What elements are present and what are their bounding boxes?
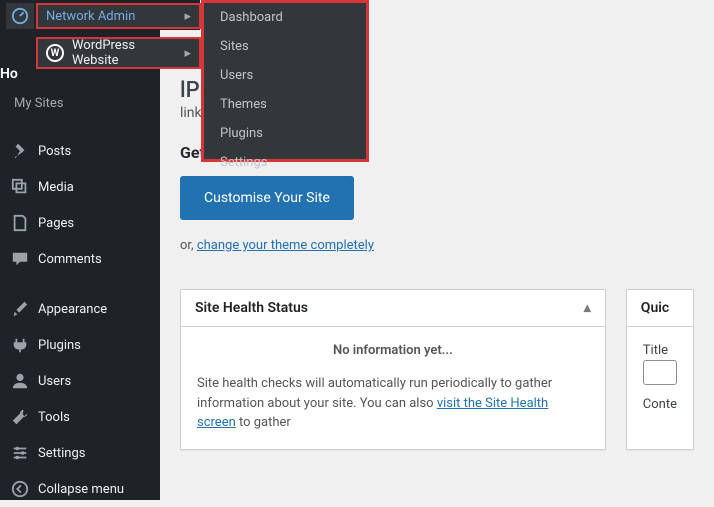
sidebar-item-label: Settings — [38, 446, 85, 461]
network-admin-submenu: Dashboard Sites Users Themes Plugins Set… — [201, 0, 369, 162]
comment-icon — [10, 249, 30, 269]
plug-icon — [10, 335, 30, 355]
or-text: or, change your theme completely — [180, 238, 694, 253]
sidebar-item-users[interactable]: Users — [0, 363, 160, 399]
sliders-icon — [10, 443, 30, 463]
sidebar-item-appearance[interactable]: Appearance — [0, 291, 160, 327]
submenu-plugins[interactable]: Plugins — [204, 119, 366, 148]
title-label: Title — [643, 343, 677, 358]
submenu-settings[interactable]: Settings — [204, 148, 366, 177]
sidebar-my-sites[interactable]: My Sites — [0, 90, 160, 119]
wordpress-site-label: WordPress Website — [72, 38, 185, 68]
panel-title: Site Health Status — [195, 300, 308, 316]
brush-icon — [10, 299, 30, 319]
user-icon — [10, 371, 30, 391]
network-admin-label: Network Admin — [46, 9, 135, 24]
sidebar-item-label: Pages — [38, 216, 74, 231]
quick-draft-panel: Quic Title Conte — [626, 289, 694, 450]
pin-icon — [10, 141, 30, 161]
sidebar-item-plugins[interactable]: Plugins — [0, 327, 160, 363]
sidebar-item-label: Media — [38, 180, 74, 195]
dashboard-icon[interactable] — [6, 3, 34, 29]
site-health-panel: Site Health Status ▴ No information yet.… — [180, 289, 606, 450]
change-theme-link[interactable]: change your theme completely — [197, 238, 374, 253]
sidebar-item-label: Tools — [38, 410, 70, 425]
sidebar-collapse[interactable]: Collapse menu — [0, 471, 160, 507]
panel-title: Quic — [641, 300, 669, 316]
sidebar-item-label: Posts — [38, 144, 71, 159]
content-label: Conte — [643, 397, 677, 412]
health-description: Site health checks will automatically ru… — [197, 374, 589, 433]
chevron-right-icon: ▸ — [184, 46, 191, 61]
collapse-icon — [10, 479, 30, 499]
sidebar-item-label: Plugins — [38, 338, 81, 353]
wordpress-site-menu[interactable]: W WordPress Website ▸ — [36, 37, 201, 69]
no-info-text: No information yet... — [197, 343, 589, 358]
panel-toggle[interactable]: ▴ — [584, 300, 591, 316]
customise-site-button[interactable]: Customise Your Site — [180, 176, 354, 220]
sidebar-item-label: Users — [38, 374, 71, 389]
sidebar-item-media[interactable]: Media — [0, 169, 160, 205]
wordpress-logo-icon: W — [46, 44, 64, 62]
sidebar-item-label: Comments — [38, 252, 102, 267]
submenu-sites[interactable]: Sites — [204, 32, 366, 61]
sidebar-item-pages[interactable]: Pages — [0, 205, 160, 241]
submenu-dashboard[interactable]: Dashboard — [204, 3, 366, 32]
page-icon — [10, 213, 30, 233]
media-icon — [10, 177, 30, 197]
network-admin-menu[interactable]: Network Admin ▸ — [36, 3, 201, 29]
sidebar-item-comments[interactable]: Comments — [0, 241, 160, 277]
sidebar-item-label: Appearance — [38, 302, 107, 317]
sidebar-item-label: Collapse menu — [38, 482, 124, 497]
submenu-users[interactable]: Users — [204, 61, 366, 90]
title-input[interactable] — [643, 360, 677, 385]
sidebar-item-posts[interactable]: Posts — [0, 133, 160, 169]
wrench-icon — [10, 407, 30, 427]
sidebar-item-tools[interactable]: Tools — [0, 399, 160, 435]
sidebar-item-settings[interactable]: Settings — [0, 435, 160, 471]
chevron-right-icon: ▸ — [184, 9, 191, 24]
submenu-themes[interactable]: Themes — [204, 90, 366, 119]
